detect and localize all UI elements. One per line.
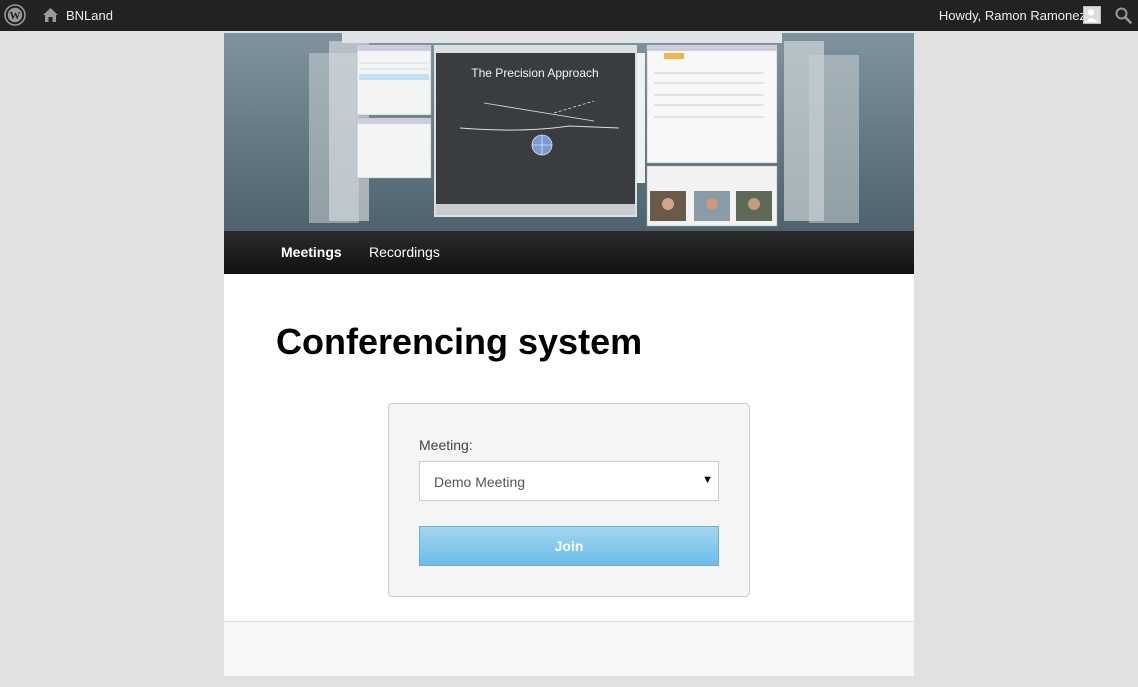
nav-item-meetings[interactable]: Meetings [281,244,342,260]
meeting-select-value: Demo Meeting [434,474,526,490]
svg-text:W: W [10,10,21,22]
page-title: Conferencing system [276,321,643,362]
header-banner-image: The Precision Approach [224,33,914,231]
slide-title: The Precision Approach [471,66,598,80]
search-icon[interactable] [1115,7,1132,24]
admin-bar: W BNLand Howdy, Ramon Ramonez [0,0,1138,31]
nav-item-recordings[interactable]: Recordings [369,244,440,260]
main-navigation: Meetings Recordings [224,231,914,274]
page-container: The Precision Approach Meetings Recordin… [224,33,914,676]
meeting-join-form: Meeting: Demo Meeting ▼ Join [388,403,750,597]
user-greeting[interactable]: Howdy, Ramon Ramonez [939,8,1086,23]
dropdown-arrow-icon: ▼ [702,474,713,486]
wordpress-icon[interactable]: W [4,4,26,26]
user-avatar[interactable] [1083,6,1101,24]
meeting-label: Meeting: [419,437,473,453]
meeting-select[interactable]: Demo Meeting ▼ [419,461,719,501]
site-name-link[interactable]: BNLand [66,8,113,23]
home-icon[interactable] [42,7,59,23]
page-footer [224,621,914,676]
join-button[interactable]: Join [419,526,719,566]
